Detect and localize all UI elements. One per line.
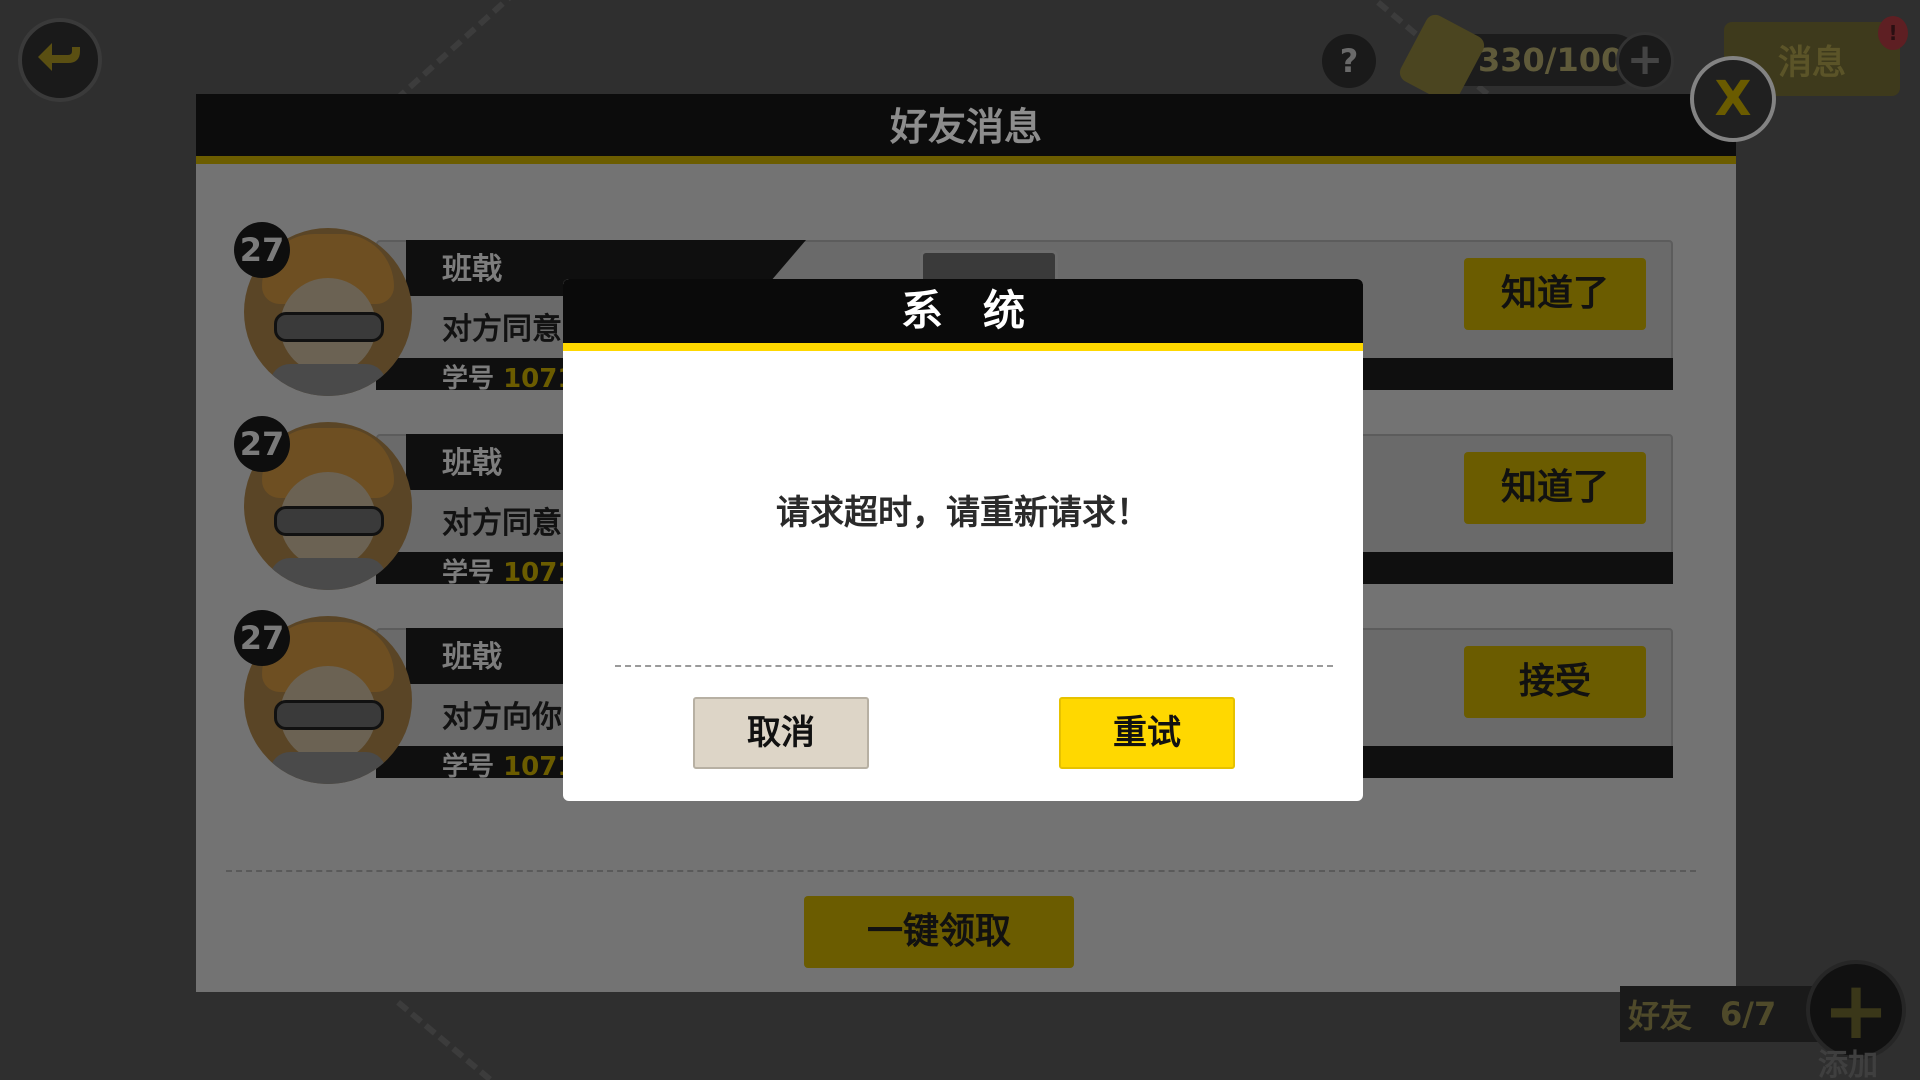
student-id-label: 学号 (442, 558, 495, 588)
back-arrow-icon (38, 43, 80, 71)
dialog-title: 系统 (563, 279, 1363, 343)
panel-title: 好友消息 (196, 94, 1736, 160)
friend-count-label: 好友 (1628, 997, 1693, 1035)
friend-count-value: 6/7 (1720, 995, 1777, 1033)
level-badge: 27 (234, 416, 290, 472)
retry-button[interactable]: 重试 (1059, 697, 1235, 769)
dialog-divider (615, 665, 1333, 667)
back-button[interactable] (18, 18, 102, 102)
system-dialog: 系统 请求超时，请重新请求！ 取消 重试 (563, 279, 1363, 801)
close-icon: X (1714, 71, 1752, 127)
claim-all-button[interactable]: 一键领取 (804, 896, 1074, 968)
cancel-button[interactable]: 取消 (693, 697, 869, 769)
friend-count: 好友 6/7 (1620, 986, 1830, 1042)
friend-name: 班戟 (442, 446, 502, 481)
acknowledge-button[interactable]: 知道了 (1464, 258, 1646, 330)
message-text: 对方同意 (442, 312, 562, 347)
dialog-title-underline (563, 343, 1363, 351)
friend-name: 班戟 (442, 252, 502, 287)
stamina-value: 330/100 (1478, 41, 1624, 79)
student-id-label: 学号 (442, 752, 495, 782)
panel-title-underline (196, 156, 1736, 164)
message-text: 对方向你 (442, 700, 562, 735)
student-id: 学号 1071 (442, 358, 575, 395)
acknowledge-button[interactable]: 知道了 (1464, 452, 1646, 524)
student-id-label: 学号 (442, 364, 495, 394)
alert-badge-icon: ! (1878, 16, 1908, 50)
add-stamina-button[interactable]: + (1616, 32, 1674, 90)
message-text: 对方同意 (442, 506, 562, 541)
dialog-message: 请求超时，请重新请求！ (776, 493, 1150, 533)
help-button[interactable]: ? (1322, 34, 1376, 88)
level-badge: 27 (234, 610, 290, 666)
add-friend-label: 添加 (1818, 1048, 1878, 1080)
close-panel-button[interactable]: X (1690, 56, 1776, 142)
student-id: 学号 1071 (442, 746, 575, 783)
student-id: 学号 1071 (442, 552, 575, 589)
background-decoration (396, 1000, 492, 1080)
accept-button[interactable]: 接受 (1464, 646, 1646, 718)
panel-divider (226, 870, 1696, 872)
level-badge: 27 (234, 222, 290, 278)
friend-name: 班戟 (442, 640, 502, 675)
